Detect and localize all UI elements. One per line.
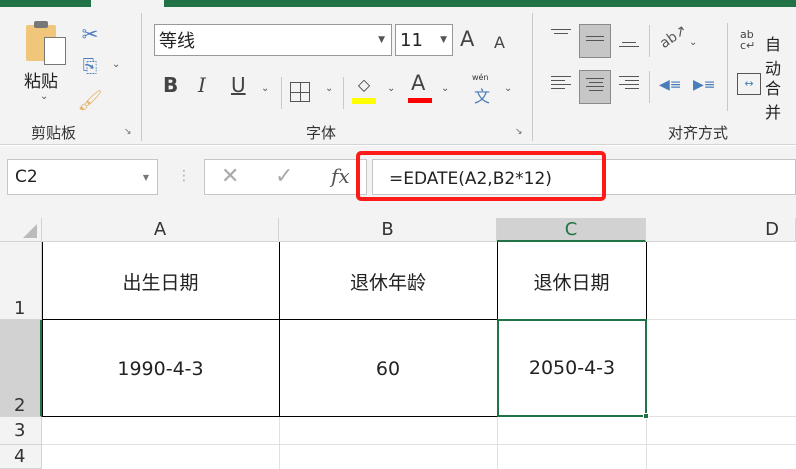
paste-button[interactable]: 粘贴 [24,67,58,92]
align-bottom-icon[interactable] [619,42,639,47]
borders-icon[interactable] [290,82,310,102]
font-color-swatch [408,98,432,103]
chevron-down-icon[interactable]: ▼ [440,35,447,45]
phonetic-dropdown-icon[interactable]: ⌄ [504,83,512,94]
select-all-button[interactable] [0,218,42,242]
name-box[interactable]: C2 ▼ [7,159,158,195]
font-group-label: 字体 [306,124,337,142]
enter-icon[interactable]: ✓ [275,164,293,189]
column-header-c[interactable]: C [497,218,646,242]
copy-dropdown-icon[interactable]: ⌄ [112,59,120,70]
cell-b1[interactable]: 退休年龄 [279,242,497,320]
row-header-4[interactable]: 4 [0,445,42,469]
italic-button[interactable]: I [198,73,206,97]
row-header-3[interactable]: 3 [0,417,42,445]
formula-input[interactable]: =EDATE(A2,B2*12) [389,169,552,189]
chevron-down-icon[interactable]: ▼ [378,35,385,45]
merge-icon[interactable]: ↔ [737,73,761,95]
chevron-down-icon[interactable]: ▼ [143,173,149,182]
font-size-value: 11 [400,29,423,51]
row-header-1[interactable]: 1 [0,242,42,320]
font-size-input[interactable]: 11 ▼ [395,24,453,56]
font-color-button[interactable]: A [411,71,425,95]
formula-buttons: ✕ ✓ fx [204,159,367,195]
paste-dropdown-icon[interactable]: ⌄ [40,91,48,102]
fill-color-icon[interactable]: ◇ [352,73,376,95]
fill-dropdown-icon[interactable]: ⌄ [387,83,395,94]
fill-color-swatch [352,98,376,104]
merge-button[interactable]: 合并 [765,75,796,123]
font-launcher-icon[interactable]: ↘ [515,127,523,137]
shrink-font-button[interactable]: A [494,33,505,52]
row-header-2[interactable]: 2 [0,320,42,417]
cell-c2-selected[interactable]: 2050-4-3 [497,319,647,417]
decrease-indent-icon[interactable]: ◀≡ [659,77,682,93]
cell-a2[interactable]: 1990-4-3 [42,320,279,417]
increase-indent-icon[interactable]: ▶≡ [693,77,716,93]
font-name-value: 等线 [159,31,195,52]
orientation-icon[interactable]: ab↗ [657,22,690,52]
name-box-value: C2 [15,167,38,187]
insert-function-button[interactable]: fx [331,164,350,188]
phonetic-button[interactable]: 文 [474,83,490,107]
alignment-group-label: 对齐方式 [668,124,729,142]
align-left-icon[interactable] [551,76,571,89]
drag-handle-icon[interactable]: ⋮ [177,168,191,184]
font-name-input[interactable]: 等线 ▼ [154,24,392,56]
clipboard-group-label: 剪贴板 [31,124,77,142]
wrap-text-icon[interactable]: ab c↵ [740,29,755,51]
cut-icon[interactable]: ✂ [78,21,102,47]
formula-bar-area: C2 ▼ ⋮ ✕ ✓ fx =EDATE(A2,B2*12) [0,146,796,218]
underline-button[interactable]: U [231,73,246,97]
cell-b2[interactable]: 60 [279,320,497,417]
underline-dropdown-icon[interactable]: ⌄ [261,83,269,94]
borders-dropdown-icon[interactable]: ⌄ [325,83,333,94]
align-right-icon[interactable] [619,76,639,89]
align-center-button[interactable] [579,70,611,104]
clipboard-launcher-icon[interactable]: ↘ [124,127,132,137]
cell-c1[interactable]: 退休日期 [497,242,646,320]
grow-font-button[interactable]: A [460,27,474,51]
bold-button[interactable]: B [163,73,178,97]
cell-a1[interactable]: 出生日期 [42,242,279,320]
active-tab[interactable] [91,0,164,7]
wrap-text-button[interactable]: 自动 [765,31,796,79]
format-painter-icon[interactable]: 🖌 [77,87,102,113]
column-header-a[interactable]: A [42,218,279,242]
orientation-dropdown-icon[interactable]: ⌄ [689,37,697,48]
paste-icon[interactable] [24,19,68,69]
align-middle-button[interactable] [579,24,611,58]
copy-icon[interactable]: ⎘ [78,53,102,79]
ribbon: 粘贴 ⌄ ✂ ⎘ ⌄ 🖌 剪贴板 ↘ 等线 ▼ 11 ▼ A A B I U ⌄ ⌄… [0,7,796,145]
column-header-d[interactable]: D [646,218,796,242]
align-top-icon[interactable] [551,29,571,34]
cancel-icon[interactable]: ✕ [221,164,239,189]
fill-handle[interactable] [643,413,649,419]
phonetic-pinyin[interactable]: wén [472,73,489,82]
column-header-b[interactable]: B [279,218,497,242]
font-color-dropdown-icon[interactable]: ⌄ [441,83,449,94]
